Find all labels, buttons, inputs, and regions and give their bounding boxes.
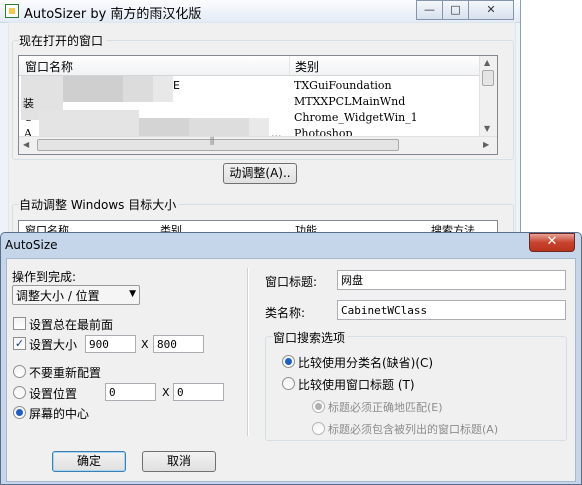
list-item-class: MTXXPCLMainWnd <box>294 95 406 108</box>
position-x-input[interactable]: 0 <box>105 383 156 401</box>
compare-class-label[interactable]: 比较使用分类名(缺省)(C) <box>298 354 433 371</box>
size-x-separator: X <box>141 338 149 351</box>
redaction-block <box>63 76 123 102</box>
check-icon: ✓ <box>14 337 25 350</box>
contains-match-radio <box>312 422 325 435</box>
redaction-block <box>139 118 189 138</box>
minimize-button[interactable]: — <box>416 0 443 20</box>
action-label: 操作到完成: <box>12 270 77 284</box>
compare-class-radio[interactable] <box>282 355 295 368</box>
set-size-label[interactable]: 设置大小 <box>29 336 77 353</box>
grip-icon: ⫼ <box>210 137 215 147</box>
no-reconfigure-label[interactable]: 不要重新配置 <box>29 364 101 381</box>
column-header-class[interactable]: 类别 <box>295 58 319 75</box>
set-size-checkbox[interactable]: ✓ <box>13 337 26 350</box>
chevron-down-icon: ▼ <box>129 289 136 299</box>
scroll-up-arrow-icon[interactable]: ▲ <box>484 58 490 67</box>
open-windows-group-title: 现在打开的窗口 <box>19 32 107 49</box>
column-divider[interactable] <box>289 56 290 75</box>
compare-title-label[interactable]: 比较使用窗口标题 (T) <box>298 376 415 393</box>
action-select[interactable]: 调整大小 / 位置 ▼ <box>12 285 140 305</box>
list-item-class: TXGuiFoundation <box>294 79 392 92</box>
redaction-block <box>123 76 153 102</box>
exact-match-radio <box>312 400 325 413</box>
column-divider <box>247 268 249 436</box>
width-input[interactable]: 900 <box>85 335 136 353</box>
dialog-close-button[interactable]: ✕ <box>529 233 575 252</box>
position-y-input[interactable]: 0 <box>173 383 224 401</box>
window-title-input[interactable]: 网盘 <box>337 270 566 290</box>
cancel-button[interactable]: 取消 <box>142 451 216 472</box>
search-options-title: 窗口搜索选项 <box>273 329 349 346</box>
maximize-button[interactable]: □ <box>442 0 469 20</box>
screen-center-label[interactable]: 屏幕的中心 <box>29 405 89 422</box>
scroll-thumb[interactable]: ⫼ <box>37 137 399 151</box>
main-close-button[interactable]: ✕ <box>468 0 514 20</box>
no-reconfigure-radio[interactable] <box>13 365 26 378</box>
auto-adjust-button[interactable]: 动调整(A).. <box>223 163 297 184</box>
open-windows-list[interactable]: 窗口名称 类别 TXGuiFoundation MTXXPCLMainWnd C… <box>18 55 498 155</box>
list-horizontal-scrollbar[interactable]: ◀ ⫼ ▶ <box>19 136 497 154</box>
position-x-separator: X <box>162 386 170 399</box>
always-on-top-checkbox[interactable] <box>13 317 26 330</box>
compare-title-radio[interactable] <box>282 377 295 390</box>
action-select-value: 调整大小 / 位置 <box>16 289 100 303</box>
class-name-input[interactable]: CabinetWClass <box>337 300 566 320</box>
main-window-title: AutoSizer by 南方的雨汉化版 <box>24 7 202 22</box>
redaction-block <box>189 118 249 138</box>
always-on-top-label[interactable]: 设置总在最前面 <box>29 316 113 333</box>
ok-button[interactable]: 确定 <box>52 451 126 472</box>
column-header-name[interactable]: 窗口名称 <box>25 58 73 75</box>
list-item-class: Chrome_WidgetWin_1 <box>294 111 418 124</box>
list-vertical-scrollbar[interactable]: ▲ ▼ <box>479 56 497 136</box>
dialog-title: AutoSize <box>5 238 58 252</box>
scroll-left-arrow-icon[interactable]: ◀ <box>23 140 29 149</box>
class-name-label: 类名称: <box>265 306 306 320</box>
app-icon <box>5 4 19 18</box>
redaction-block <box>153 76 173 102</box>
auto-resize-group-title: 自动调整 Windows 目标大小 <box>19 196 180 213</box>
window-title-label: 窗口标题: <box>265 275 318 289</box>
redaction-block <box>249 118 269 136</box>
screen-center-radio[interactable] <box>13 406 26 419</box>
scroll-right-arrow-icon[interactable]: ▶ <box>483 140 489 149</box>
scroll-down-arrow-icon[interactable]: ▼ <box>484 124 490 133</box>
scroll-thumb[interactable] <box>482 70 494 86</box>
list-header: 窗口名称 类别 <box>19 56 479 76</box>
height-input[interactable]: 800 <box>153 335 204 353</box>
exact-match-label: 标题必须正确地匹配(E) <box>328 401 443 414</box>
list-item-name-fragment: 装 <box>23 97 34 110</box>
list-item-name-fragment: E <box>173 79 180 92</box>
contains-match-label: 标题必须包含被列出的窗口标题(A) <box>328 423 499 436</box>
dialog-title-bar[interactable] <box>0 232 580 256</box>
set-position-radio[interactable] <box>13 386 26 399</box>
set-position-label[interactable]: 设置位置 <box>29 385 77 402</box>
